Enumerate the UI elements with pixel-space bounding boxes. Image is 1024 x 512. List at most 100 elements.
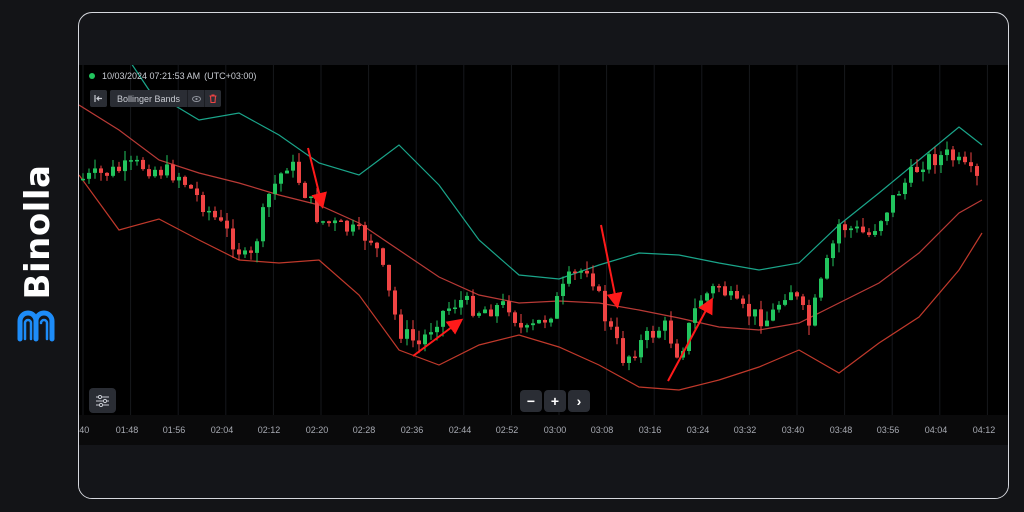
trash-icon[interactable] bbox=[204, 90, 222, 107]
candle-body bbox=[153, 169, 157, 177]
time-tick-label: 03:32 bbox=[733, 425, 757, 435]
candle-body bbox=[819, 278, 823, 298]
candle-body bbox=[645, 330, 649, 341]
time-tick-label: 02:12 bbox=[257, 425, 281, 435]
candle-body bbox=[159, 169, 163, 176]
candle-body bbox=[357, 224, 361, 227]
candle-body bbox=[411, 329, 415, 341]
candle-body bbox=[381, 248, 385, 265]
candle-body bbox=[111, 166, 115, 176]
candle-body bbox=[339, 220, 343, 222]
candle-body bbox=[861, 226, 865, 233]
candle-body bbox=[195, 188, 199, 196]
candle-body bbox=[717, 286, 721, 288]
candle-body bbox=[561, 283, 565, 297]
scroll-next-button[interactable]: › bbox=[568, 390, 590, 412]
candle-body bbox=[603, 290, 607, 322]
candle-body bbox=[933, 154, 937, 166]
candle-body bbox=[915, 166, 919, 173]
candle-body bbox=[585, 270, 589, 274]
time-tick-label: 03:40 bbox=[781, 425, 805, 435]
candle-body bbox=[441, 310, 445, 327]
time-tick-label: 02:44 bbox=[448, 425, 472, 435]
candle-body bbox=[213, 210, 217, 218]
candle-body bbox=[855, 226, 859, 229]
candle-body bbox=[435, 326, 439, 333]
candle-body bbox=[519, 322, 523, 328]
price-chart[interactable] bbox=[79, 65, 1009, 415]
binolla-logo-icon bbox=[17, 310, 55, 342]
candle-body bbox=[333, 220, 337, 224]
sliders-icon[interactable] bbox=[89, 388, 116, 413]
candle-body bbox=[399, 314, 403, 339]
eye-icon[interactable] bbox=[187, 90, 205, 107]
time-tick-label: 02:28 bbox=[352, 425, 376, 435]
candle-body bbox=[651, 330, 655, 338]
candle-body bbox=[951, 149, 955, 161]
candle-body bbox=[123, 160, 127, 172]
candle-body bbox=[471, 295, 475, 316]
time-tick-label: 03:16 bbox=[638, 425, 662, 435]
candle-body bbox=[723, 286, 727, 296]
candle-body bbox=[135, 159, 139, 162]
candle-body bbox=[711, 286, 715, 294]
candle-body bbox=[795, 292, 799, 297]
indicator-name[interactable]: Bollinger Bands bbox=[110, 90, 188, 107]
candle-body bbox=[939, 155, 943, 166]
collapse-left-icon[interactable] bbox=[90, 90, 107, 107]
candle-body bbox=[267, 193, 271, 208]
candle-body bbox=[255, 241, 259, 253]
candle-body bbox=[231, 228, 235, 250]
candle-body bbox=[657, 330, 661, 338]
candle-body bbox=[867, 232, 871, 235]
zoom-in-button[interactable]: + bbox=[544, 390, 566, 412]
time-tick-label: 03:24 bbox=[686, 425, 710, 435]
bottom-panel bbox=[79, 445, 1008, 498]
time-tick-label: 01:48 bbox=[115, 425, 139, 435]
candle-body bbox=[291, 161, 295, 171]
candle-body bbox=[315, 196, 319, 222]
candle-body bbox=[759, 309, 763, 327]
candle-body bbox=[735, 291, 739, 299]
time-tick-label: 04:04 bbox=[924, 425, 948, 435]
timestamp: 10/03/2024 07:21:53 AM bbox=[102, 71, 201, 81]
candle-body bbox=[219, 217, 223, 221]
candle-body bbox=[549, 318, 553, 323]
candle-body bbox=[675, 343, 679, 358]
candle-body bbox=[507, 301, 511, 313]
candle-body bbox=[969, 162, 973, 167]
candle-body bbox=[429, 332, 433, 335]
candle-body bbox=[891, 195, 895, 213]
candle-body bbox=[903, 182, 907, 195]
time-tick-label: 03:48 bbox=[829, 425, 853, 435]
candle-body bbox=[609, 321, 613, 327]
candle-body bbox=[477, 313, 481, 316]
candle-body bbox=[909, 166, 913, 183]
candle-body bbox=[975, 166, 979, 176]
candle-body bbox=[249, 250, 253, 253]
brand-sidebar: Binolla bbox=[0, 0, 78, 512]
candle-body bbox=[687, 322, 691, 351]
candle-body bbox=[567, 271, 571, 284]
candle-body bbox=[417, 340, 421, 345]
candle-body bbox=[423, 334, 427, 345]
zoom-out-button[interactable]: − bbox=[520, 390, 542, 412]
candle-body bbox=[597, 286, 601, 291]
candle-body bbox=[327, 221, 331, 224]
candle-body bbox=[741, 298, 745, 304]
zoom-controls: − + › bbox=[520, 390, 592, 412]
candle-body bbox=[351, 224, 355, 232]
candle-body bbox=[207, 210, 211, 213]
candle-body bbox=[453, 307, 457, 310]
candle-body bbox=[753, 309, 757, 317]
candle-body bbox=[555, 296, 559, 319]
candle-body bbox=[825, 258, 829, 279]
candle-body bbox=[879, 221, 883, 232]
time-tick-label: :40 bbox=[79, 425, 90, 435]
candle-body bbox=[225, 220, 229, 229]
candle-body bbox=[807, 305, 811, 326]
candle-body bbox=[921, 169, 925, 173]
time-tick-label: 04:12 bbox=[972, 425, 996, 435]
candle-body bbox=[501, 301, 505, 306]
candle-body bbox=[705, 293, 709, 301]
